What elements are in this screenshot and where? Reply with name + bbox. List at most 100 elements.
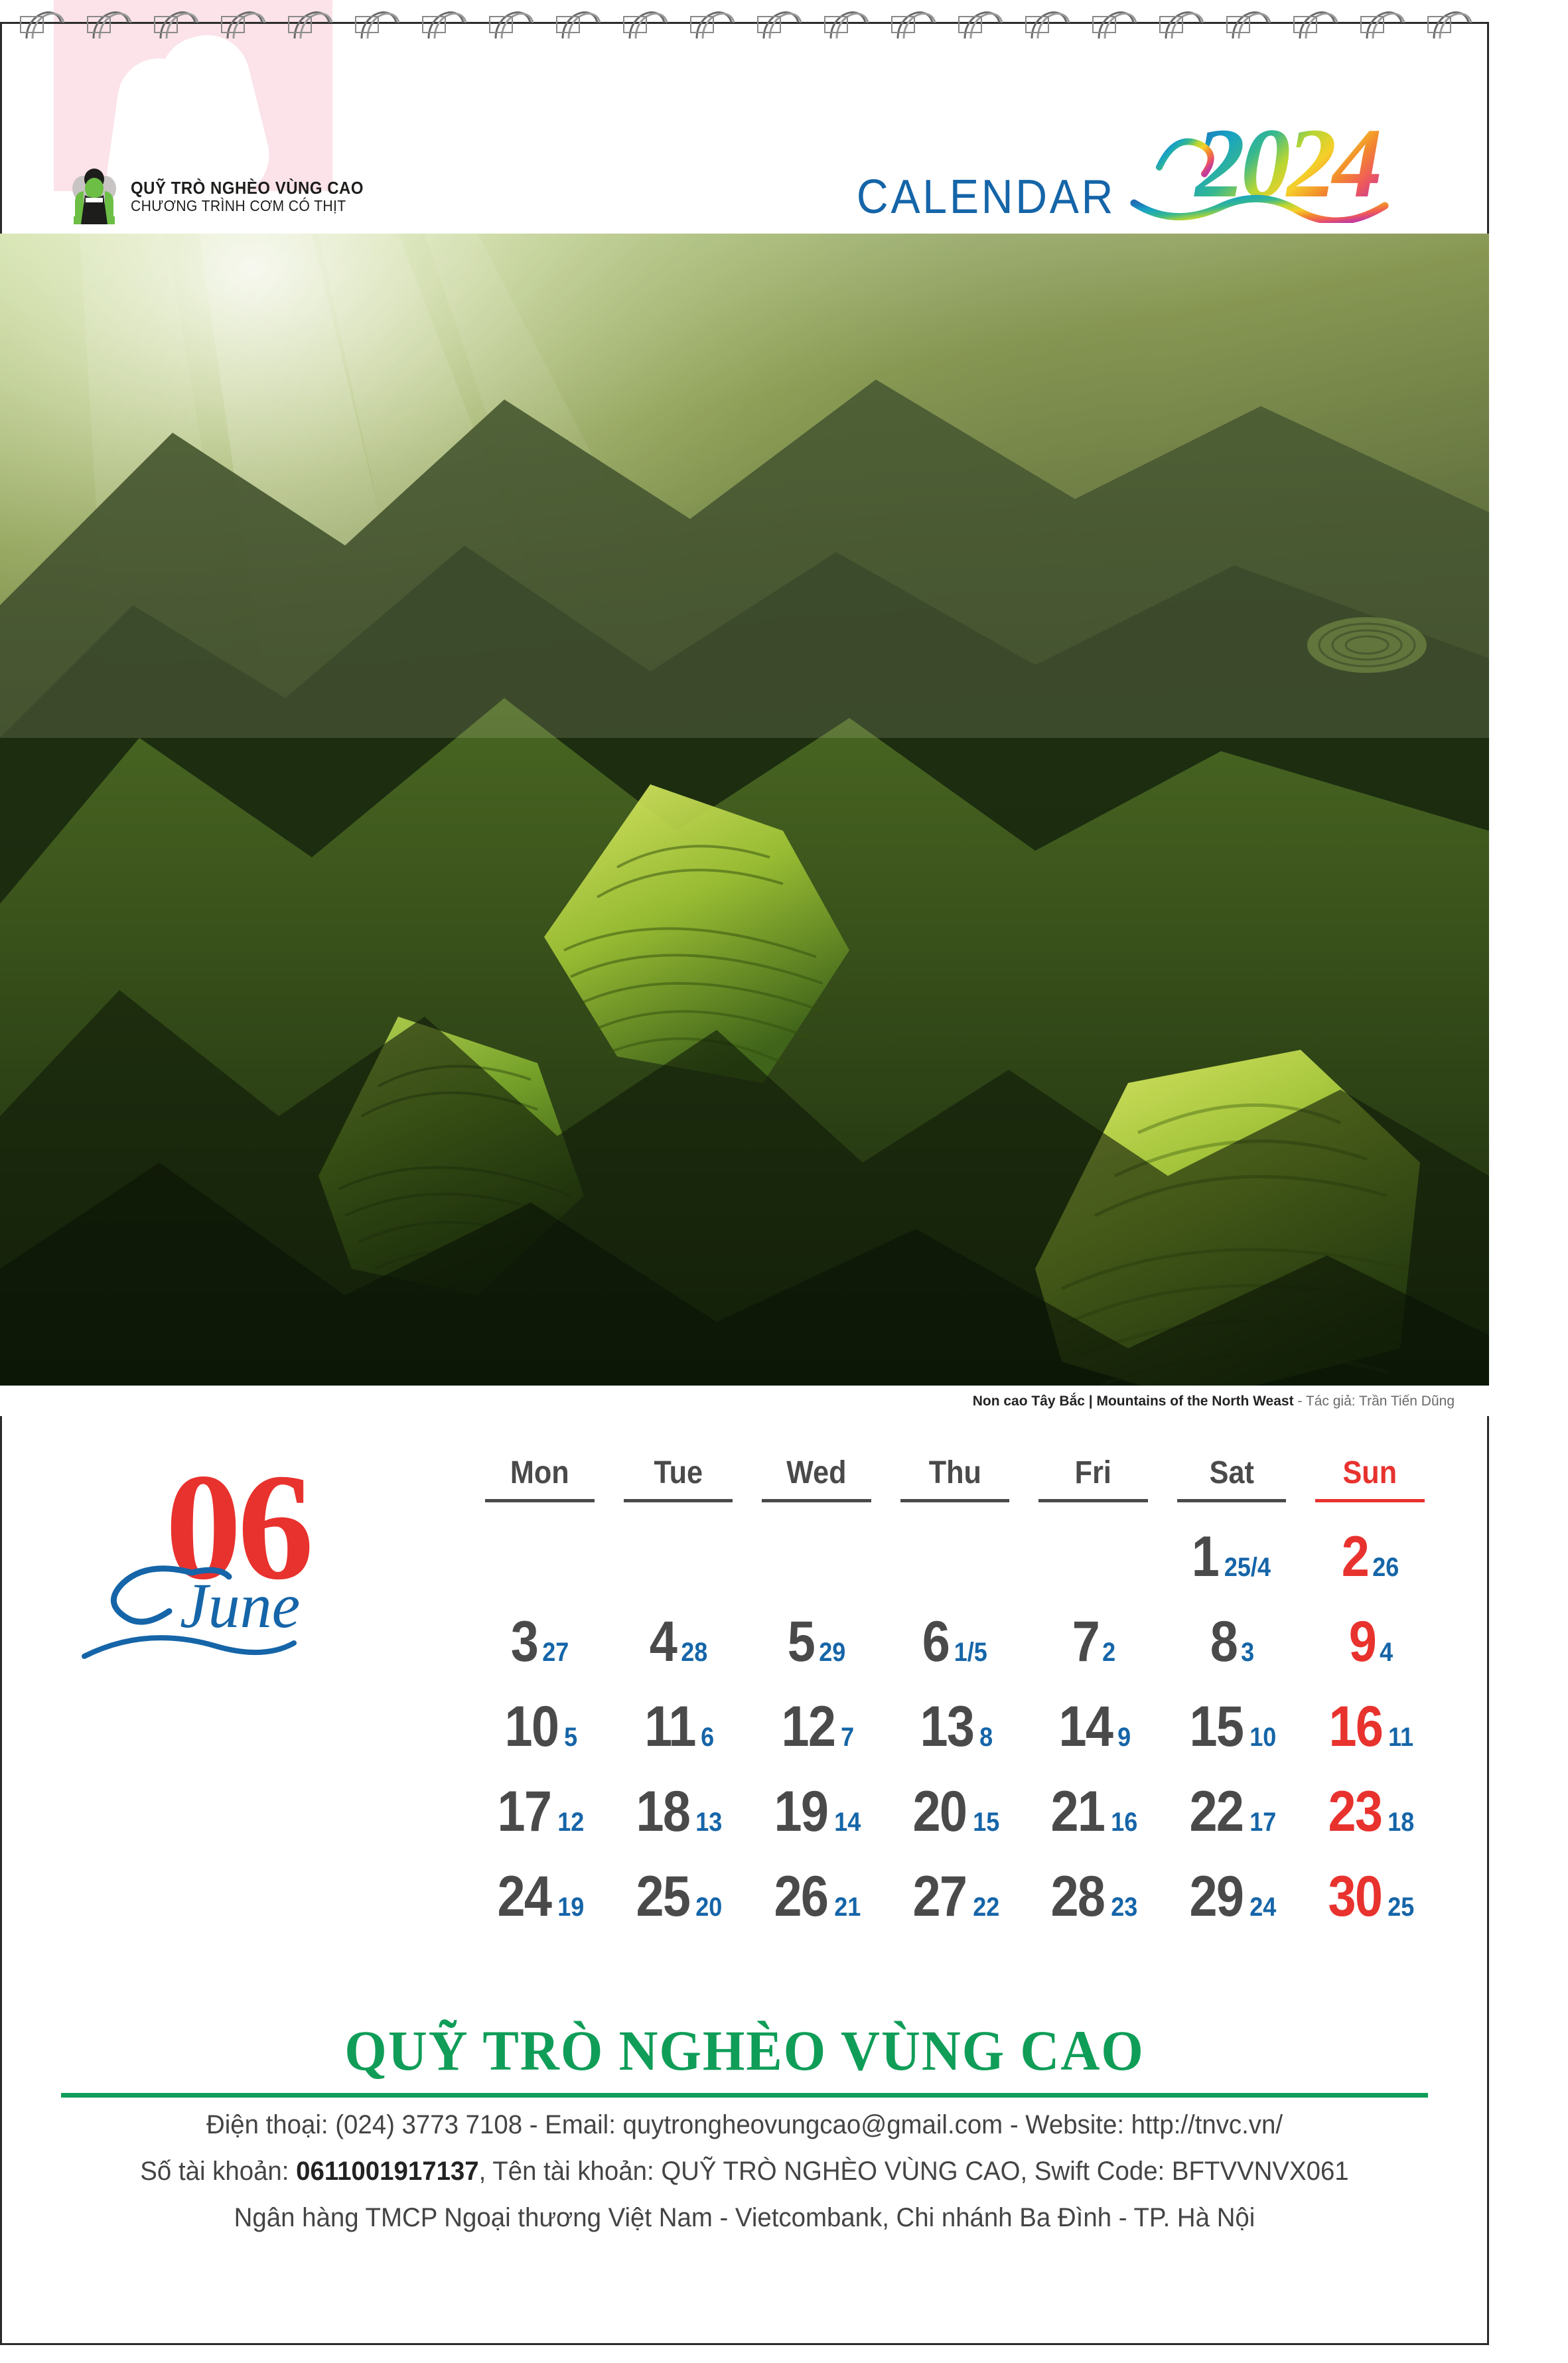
- weekday-header-mon: Mon: [510, 1455, 569, 1490]
- calendar-cell-day-20[interactable]: 20 15: [886, 1780, 1025, 1870]
- day-number: 13: [920, 1695, 975, 1758]
- mountain-photo: [0, 234, 1489, 1416]
- day-number: 25: [636, 1865, 690, 1928]
- weekday-underline-tue: [623, 1499, 733, 1502]
- year-2024-artwork: 2024: [1130, 108, 1389, 223]
- lunar-date: 7: [841, 1723, 855, 1752]
- calendar-cell-day-4[interactable]: 4 28: [609, 1610, 748, 1700]
- brand-logo: QUỸ TRÒ NGHÈO VÙNG CAO CHƯƠNG TRÌNH CƠM …: [68, 169, 384, 224]
- day-number: 1: [1192, 1525, 1220, 1589]
- calendar-cell-day-26[interactable]: 26 21: [747, 1865, 886, 1955]
- day-number: 28: [1050, 1865, 1105, 1928]
- calendar-cell-day-12[interactable]: 12 7: [747, 1698, 886, 1785]
- account-number: 0611001917137: [296, 2157, 479, 2186]
- calendar-cell-day-29[interactable]: 29 24: [1163, 1865, 1301, 1955]
- calendar-cell-day-27[interactable]: 27 22: [886, 1865, 1025, 1955]
- day-number: 15: [1189, 1695, 1244, 1758]
- calendar-cell-day-8[interactable]: 83: [1163, 1613, 1301, 1700]
- lunar-date: 20: [695, 1893, 723, 1922]
- lunar-date: 25: [1388, 1893, 1415, 1922]
- calendar-cell-day-5[interactable]: 5 29: [747, 1613, 886, 1700]
- weekday-header-wed: Wed: [786, 1455, 847, 1490]
- calendar-cell-day-3[interactable]: 3 27: [470, 1610, 609, 1700]
- calendar-grid: Mon Tue Wed Thu Fri Sat Sun 1 25/4 2 26 3 27 4 28 5 29 6…: [470, 1455, 1439, 1955]
- weekday-underline-row: [470, 1499, 1439, 1502]
- calendar-cell-day-24[interactable]: 24 19: [470, 1868, 609, 1955]
- calendar-week-row: 10 5 11 6 12 7 13 8 14 9 15 10 16 11: [470, 1695, 1439, 1785]
- calendar-cell-day-28[interactable]: 28 23: [1024, 1865, 1163, 1955]
- day-number: 29: [1189, 1865, 1244, 1928]
- calendar-cell-day-19[interactable]: 19 14: [747, 1783, 886, 1870]
- day-number: 4: [649, 1610, 677, 1674]
- calendar-cell-day-11[interactable]: 11 6: [609, 1695, 748, 1785]
- calendar-cell-day-16[interactable]: 16 11: [1301, 1698, 1439, 1785]
- day-number: 26: [774, 1865, 829, 1928]
- weekday-header-fri: Fri: [1074, 1455, 1112, 1490]
- day-number: 7: [1072, 1610, 1100, 1674]
- lunar-date: 10: [1249, 1723, 1276, 1752]
- day-number: 30: [1328, 1865, 1382, 1928]
- calendar-cell-day-25[interactable]: 25 20: [609, 1865, 748, 1955]
- lunar-date: 26: [1372, 1553, 1399, 1582]
- calendar-week-row: 24 19 25 20 26 21 27 22 28 23 29 24 30 25: [470, 1865, 1439, 1955]
- calendar-cell-day-6[interactable]: 6 1/5: [886, 1610, 1025, 1700]
- footer-contact-line-2: Số tài khoản: 0611001917137, Tên tài kho…: [30, 2152, 1459, 2190]
- caption-author: - Tác giả: Trần Tiến Dũng: [1293, 1394, 1455, 1409]
- account-label: Số tài khoản:: [140, 2157, 297, 2186]
- lunar-date: 5: [564, 1723, 578, 1752]
- day-number: 3: [510, 1610, 539, 1674]
- child-figure-icon: [72, 169, 116, 224]
- calendar-cell-day-18[interactable]: 18 13: [609, 1783, 748, 1870]
- calendar-cell-day-10[interactable]: 10 5: [470, 1695, 609, 1785]
- lunar-date: 9: [1117, 1723, 1131, 1752]
- calendar-cell-day-30[interactable]: 30 25: [1301, 1865, 1439, 1955]
- calendar-week-row: 1 25/4 2 26: [470, 1525, 1439, 1615]
- lunar-date: 28: [680, 1638, 707, 1667]
- weekday-underline-sat: [1176, 1499, 1287, 1502]
- lunar-date: 21: [834, 1893, 861, 1922]
- lunar-date: 6: [701, 1723, 715, 1752]
- calendar-word: CALENDAR: [856, 171, 1115, 224]
- weekday-underline-mon: [485, 1499, 595, 1502]
- calendar-cell-day-2[interactable]: 2 26: [1301, 1528, 1439, 1615]
- caption-en: Mountains of the North Weast: [1096, 1394, 1294, 1409]
- weekday-underline-fri: [1038, 1499, 1148, 1502]
- day-number: 20: [912, 1780, 967, 1843]
- calendar-cell-day-14[interactable]: 14 9: [1024, 1698, 1163, 1785]
- weekday-header-row: Mon Tue Wed Thu Fri Sat Sun: [470, 1455, 1439, 1499]
- lunar-date: 12: [557, 1808, 585, 1837]
- footer-divider: [61, 2093, 1428, 2098]
- day-number: 10: [504, 1695, 559, 1758]
- month-title-block: 06 June: [82, 1451, 400, 1659]
- lunar-date: 24: [1249, 1893, 1276, 1922]
- calendar-cell-day-22[interactable]: 22 17: [1163, 1783, 1301, 1870]
- lunar-date: 4: [1379, 1638, 1393, 1667]
- calendar-cell-empty: [470, 1530, 609, 1615]
- day-number: 27: [912, 1865, 967, 1928]
- calendar-cell-day-21[interactable]: 21 16: [1024, 1783, 1163, 1870]
- caption-separator: |: [1084, 1394, 1097, 1409]
- lunar-date: 19: [557, 1893, 585, 1922]
- calendar-cell-day-15[interactable]: 15 10: [1163, 1695, 1301, 1785]
- calendar-cell-day-1[interactable]: 1 25/4: [1163, 1525, 1301, 1615]
- month-name: June: [180, 1570, 301, 1641]
- day-number: 11: [644, 1695, 696, 1758]
- calendar-cell-day-9[interactable]: 94: [1301, 1613, 1439, 1700]
- footer-org-name: QUỸ TRÒ NGHÈO VÙNG CAO: [344, 2019, 1145, 2082]
- weekday-header-tue: Tue: [654, 1455, 703, 1490]
- calendar-cell-day-13[interactable]: 13 8: [886, 1695, 1025, 1785]
- calendar-cell-day-17[interactable]: 17 12: [470, 1780, 609, 1870]
- lunar-date: 22: [972, 1893, 999, 1922]
- spiral-binding: [20, 11, 1472, 39]
- lunar-date: 15: [972, 1808, 999, 1837]
- calendar-cell-empty: [886, 1530, 1025, 1615]
- day-number: 23: [1328, 1780, 1382, 1843]
- calendar-cell-day-7[interactable]: 72: [1024, 1610, 1163, 1700]
- calendar-cell-day-23[interactable]: 23 18: [1301, 1780, 1439, 1870]
- day-number: 17: [497, 1780, 552, 1843]
- lunar-date: 8: [979, 1723, 993, 1752]
- calendar-week-row: 17 12 18 13 19 14 20 15 21 16 22 17 23 18: [470, 1780, 1439, 1870]
- weekday-header-sun: Sun: [1342, 1455, 1397, 1490]
- calendar-weeks: 1 25/4 2 26 3 27 4 28 5 29 6 1/5 7 2 8 3 9 4 10 5 11 6 12 7 13 8 1…: [470, 1525, 1439, 1955]
- day-number: 6: [922, 1610, 950, 1674]
